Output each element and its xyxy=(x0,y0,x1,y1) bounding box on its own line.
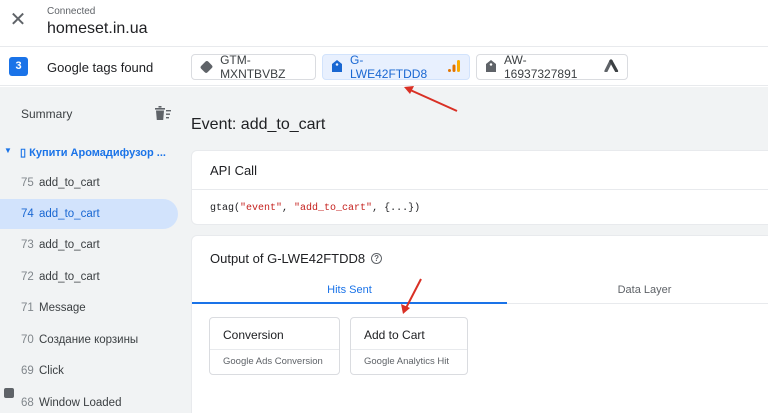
tab-hits-sent[interactable]: Hits Sent xyxy=(192,278,507,304)
event-name: add_to_cart xyxy=(39,271,100,283)
output-heading: Output of G-LWE42FTDD8 ? xyxy=(210,251,383,266)
event-list-item[interactable]: 69 Click xyxy=(0,356,178,386)
divider xyxy=(192,189,768,190)
page-title: ▯ Купити Аромадифузор ... xyxy=(20,147,166,159)
tag-chip-ga4[interactable]: G-LWE42FTDD8 xyxy=(322,53,470,81)
top-bar: ✕ Connected homeset.in.ua xyxy=(0,0,768,46)
event-list-item[interactable]: 71 Message xyxy=(0,293,178,323)
tag-chip-label: AW-16937327891 xyxy=(504,53,578,81)
tags-bar: 3 Google tags found GTM-MXNTBVBZ G-LWE42… xyxy=(0,46,768,86)
tag-chip-label: GTM-MXNTBVBZ xyxy=(220,53,286,81)
event-number: 74 xyxy=(21,208,34,220)
event-list-item[interactable]: 75 add_to_cart xyxy=(0,168,178,198)
event-number: 70 xyxy=(21,334,34,346)
hit-type: Google Analytics Hit xyxy=(364,356,450,367)
tag-icon xyxy=(331,59,343,76)
tab-data-layer[interactable]: Data Layer xyxy=(507,278,768,304)
tag-chip-label: G-LWE42FTDD8 xyxy=(350,53,428,81)
main-panel: Event: add_to_cart API Call gtag("event"… xyxy=(187,87,768,413)
event-list-item[interactable]: 73 add_to_cart xyxy=(0,230,178,260)
help-icon[interactable]: ? xyxy=(371,253,383,264)
event-name: Создание корзины xyxy=(39,334,139,346)
clear-list-icon[interactable] xyxy=(154,105,172,121)
event-number: 72 xyxy=(21,271,34,283)
event-list-item[interactable]: 68 Window Loaded xyxy=(0,388,178,413)
google-analytics-icon xyxy=(447,59,461,76)
tag-chip-ads[interactable]: AW-16937327891 xyxy=(476,53,628,81)
gtm-small-icon xyxy=(4,388,14,398)
event-list-item[interactable]: 72 add_to_cart xyxy=(0,262,178,292)
hit-card-add-to-cart[interactable]: Add to Cart Google Analytics Hit xyxy=(350,317,468,375)
event-number: 69 xyxy=(21,365,34,377)
output-tabs: Hits Sent Data Layer xyxy=(192,278,768,304)
event-name: add_to_cart xyxy=(39,177,100,189)
event-name: add_to_cart xyxy=(39,208,100,220)
api-call-heading: API Call xyxy=(210,163,257,178)
event-list-item[interactable]: 70 Создание корзины xyxy=(0,325,178,355)
divider xyxy=(351,349,467,350)
event-number: 73 xyxy=(21,239,34,251)
divider xyxy=(210,349,339,350)
google-ads-icon xyxy=(604,59,619,75)
event-name: Window Loaded xyxy=(39,397,122,409)
event-name: Message xyxy=(39,302,86,314)
connected-domain: homeset.in.ua xyxy=(47,20,148,37)
event-list-item-selected[interactable]: 74 add_to_cart xyxy=(0,199,178,229)
event-name: add_to_cart xyxy=(39,239,100,251)
caret-down-icon: ▼ xyxy=(4,146,12,155)
close-icon[interactable]: ✕ xyxy=(9,10,27,30)
tag-count-badge: 3 xyxy=(9,57,28,76)
event-number: 75 xyxy=(21,177,34,189)
hit-type: Google Ads Conversion xyxy=(223,356,323,367)
tags-found-label: Google tags found xyxy=(47,60,154,75)
connection-status: Connected xyxy=(47,6,96,17)
sidebar: Summary ▼ ▯ Купити Аромадифузор ... 75 a… xyxy=(0,87,187,413)
tag-chip-gtm[interactable]: GTM-MXNTBVBZ xyxy=(191,53,316,81)
gtm-diamond-icon xyxy=(199,60,214,74)
event-number: 68 xyxy=(21,397,34,409)
event-number: 71 xyxy=(21,302,34,314)
event-title: Event: add_to_cart xyxy=(191,116,326,133)
hit-card-conversion[interactable]: Conversion Google Ads Conversion xyxy=(209,317,340,375)
event-name: Click xyxy=(39,365,64,377)
api-call-card: API Call gtag("event", "add_to_cart", {.… xyxy=(191,150,768,225)
hit-name: Add to Cart xyxy=(364,328,425,342)
summary-link[interactable]: Summary xyxy=(21,107,72,121)
tag-icon xyxy=(485,59,497,76)
api-call-code: gtag("event", "add_to_cart", {...}) xyxy=(210,203,421,214)
page-group-header[interactable]: ▼ ▯ Купити Аромадифузор ... xyxy=(0,143,187,163)
hit-name: Conversion xyxy=(223,328,284,342)
output-card: Output of G-LWE42FTDD8 ? Hits Sent Data … xyxy=(191,235,768,413)
